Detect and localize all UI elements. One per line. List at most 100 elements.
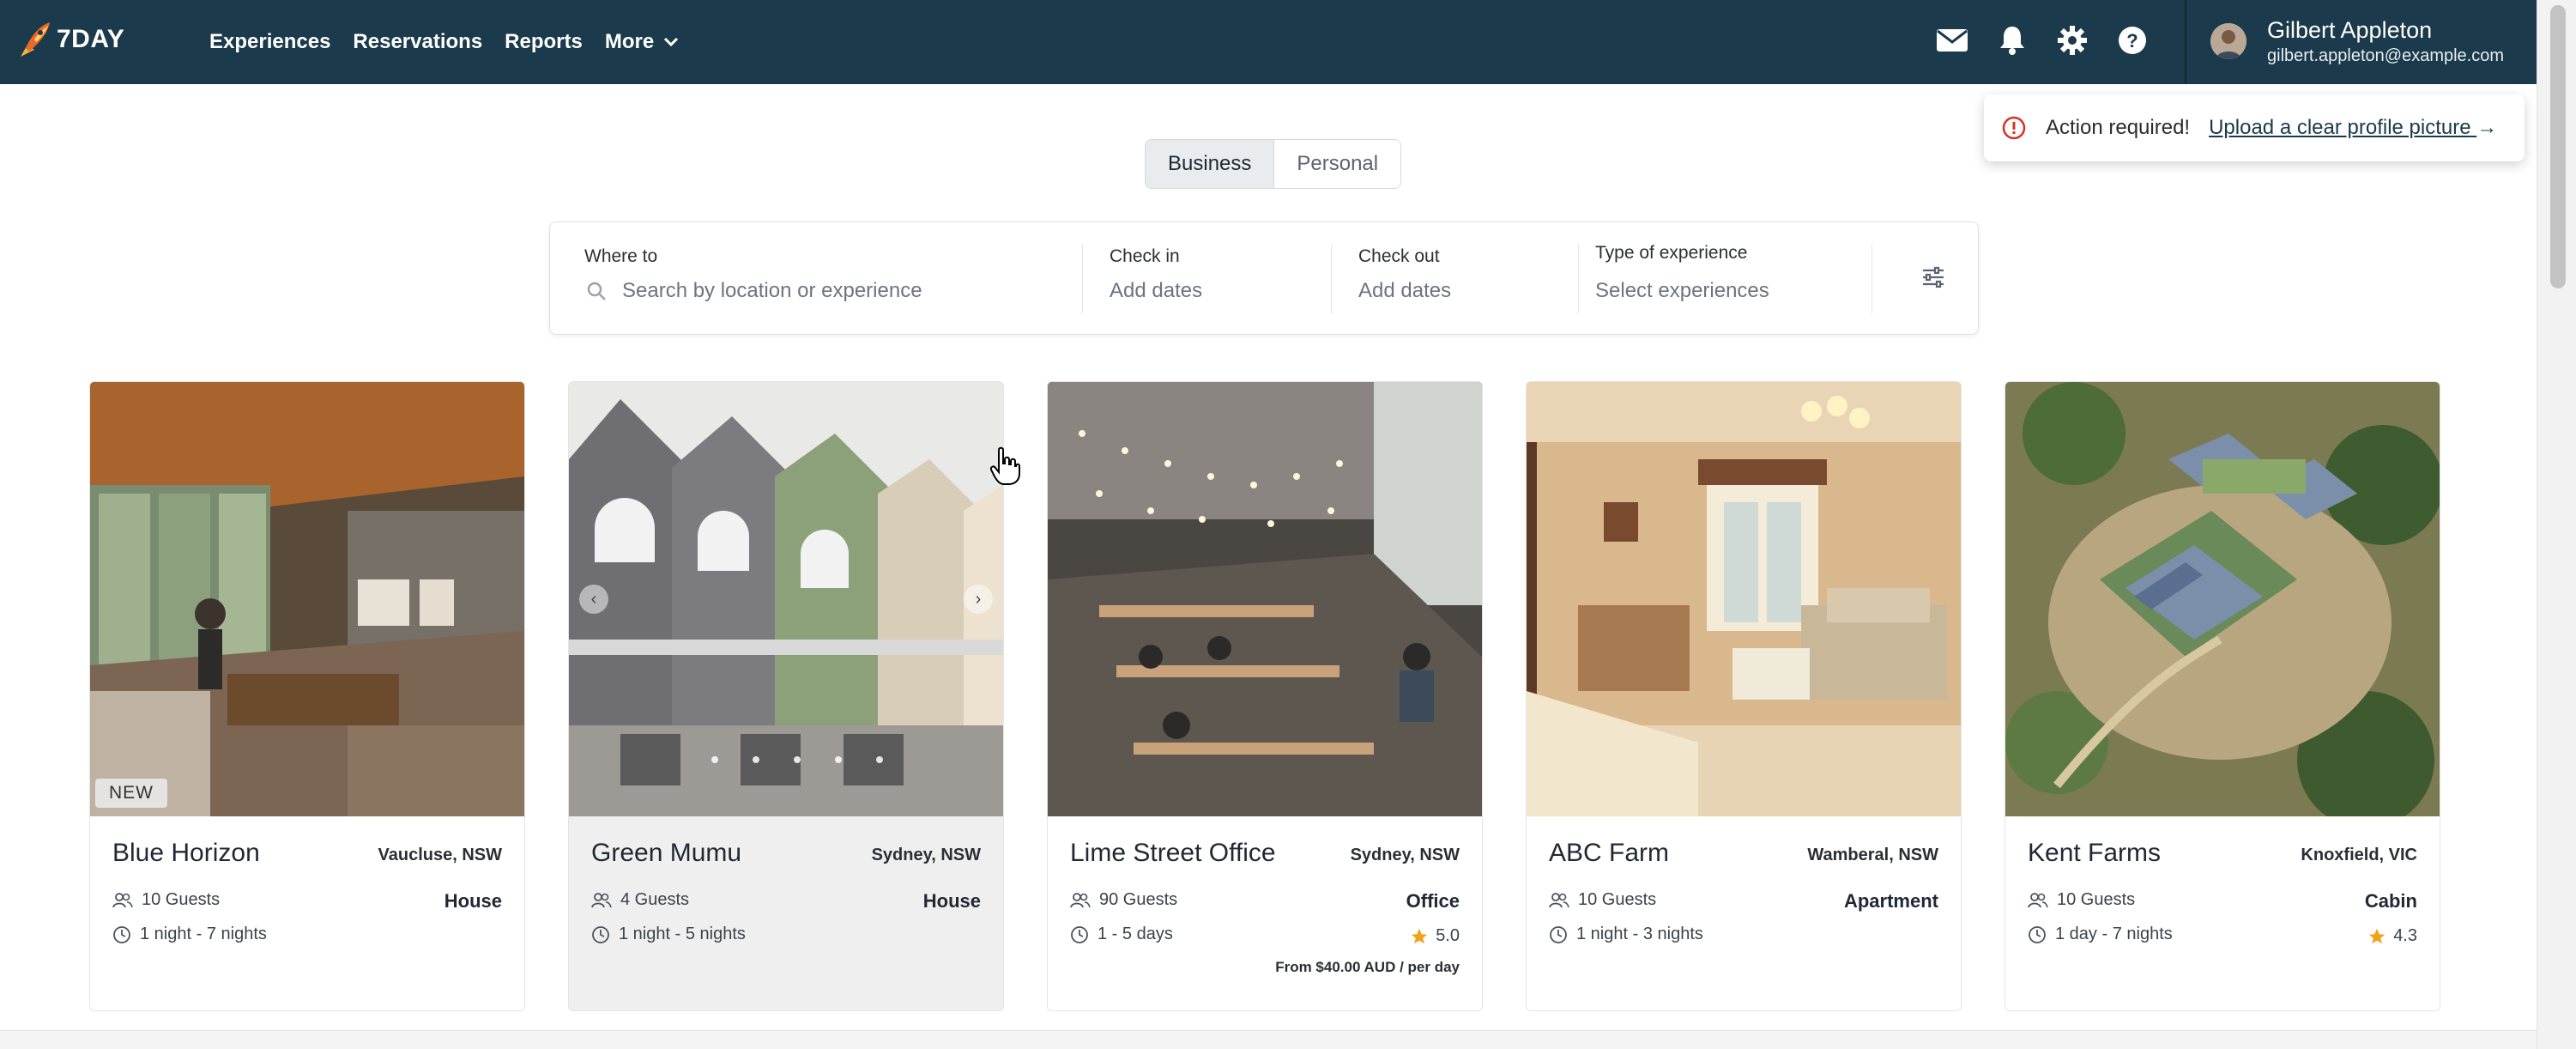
gear-icon[interactable]: [2054, 22, 2090, 58]
nav-reservations[interactable]: Reservations: [353, 30, 482, 54]
where-to-field[interactable]: Where to Search by location or experienc…: [584, 222, 1082, 334]
listing-guests-text: 4 Guests: [620, 890, 690, 909]
clock-icon: [1071, 925, 1088, 943]
clock-icon: [1550, 925, 1567, 943]
sliders-icon: [1923, 266, 1944, 288]
carousel-dot[interactable]: [835, 756, 842, 763]
divider: [1578, 245, 1579, 313]
divider: [1331, 245, 1332, 313]
listing-guests: 4 Guests: [591, 890, 689, 910]
check-out-value: Add dates: [1358, 279, 1452, 302]
users-icon: [2028, 892, 2048, 907]
carousel-dot[interactable]: [711, 756, 718, 763]
check-in-field[interactable]: Check in Add dates: [1110, 222, 1333, 334]
listing-type: Cabin: [2364, 890, 2417, 912]
upload-profile-picture-link[interactable]: Upload a clear profile picture →: [2209, 116, 2497, 140]
check-in-value: Add dates: [1110, 279, 1203, 302]
listing-rating: 4.3: [2367, 926, 2417, 946]
clock-icon: [113, 925, 130, 943]
listing-guests: 10 Guests: [112, 890, 220, 910]
rocket-logo-icon: [21, 22, 50, 57]
nav-more-label: More: [604, 30, 655, 53]
carousel-prev-button[interactable]: ‹: [579, 585, 608, 614]
clock-icon: [2029, 925, 2046, 943]
listing-card[interactable]: ‹ › Green Mumu Sydney, NSW 4 Guests Hous…: [568, 381, 1004, 1011]
listing-duration: 1 night - 7 nights: [112, 925, 267, 944]
listing-guests-text: 90 Guests: [1099, 890, 1178, 909]
mode-toggle: Business Personal: [1145, 139, 1402, 189]
arrow-right-icon: →: [2476, 116, 2498, 139]
users-icon: [591, 892, 612, 907]
toggle-personal[interactable]: Personal: [1274, 140, 1401, 188]
listing-location: Wamberal, NSW: [1807, 846, 1938, 864]
listing-duration-text: 1 night - 5 nights: [619, 925, 746, 943]
user-menu[interactable]: Gilbert Appleton gilbert.appleton@exampl…: [2210, 15, 2504, 67]
listing-title: Kent Farms: [2028, 839, 2162, 867]
user-divider: [2185, 0, 2186, 84]
listing-duration: 1 day - 7 nights: [2028, 925, 2173, 944]
search-icon: [587, 282, 606, 300]
carousel-dot[interactable]: [753, 756, 759, 763]
brand-logo[interactable]: 7DAY: [15, 19, 124, 60]
brand-name: 7DAY: [57, 25, 125, 53]
listing-title: Blue Horizon: [112, 839, 260, 867]
listing-photo: [1048, 382, 1482, 816]
new-badge: NEW: [95, 779, 167, 808]
carousel-next-button[interactable]: ›: [964, 585, 993, 614]
toggle-business[interactable]: Business: [1146, 140, 1275, 188]
search-input[interactable]: Search by location or experience: [622, 279, 922, 303]
listing-location: Sydney, NSW: [1350, 846, 1460, 864]
carousel-dot[interactable]: [876, 756, 883, 763]
listing-type: House: [444, 890, 502, 912]
users-icon: [112, 892, 133, 907]
vertical-scrollbar[interactable]: [2537, 0, 2576, 1049]
scrollbar-thumb[interactable]: [2550, 5, 2566, 288]
where-to-label: Where to: [584, 246, 658, 266]
carousel-dots: [711, 756, 883, 763]
user-info: Gilbert Appleton gilbert.appleton@exampl…: [2267, 15, 2504, 67]
clock-icon: [592, 925, 609, 943]
filters-button[interactable]: [1921, 265, 1945, 294]
help-icon[interactable]: ?: [2114, 22, 2150, 58]
experience-type-field[interactable]: Type of experience Select experiences: [1595, 222, 1853, 334]
nav-more[interactable]: More: [605, 30, 680, 54]
nav-reports[interactable]: Reports: [505, 30, 583, 54]
listing-title: Green Mumu: [591, 839, 742, 867]
bell-icon[interactable]: [1994, 22, 2030, 58]
mail-icon[interactable]: [1934, 22, 1970, 58]
listing-card[interactable]: Lime Street Office Sydney, NSW 90 Guests…: [1047, 381, 1483, 1011]
listing-card[interactable]: NEW Blue Horizon Vaucluse, NSW 10 Guests…: [89, 381, 525, 1011]
listing-title: Lime Street Office: [1070, 839, 1276, 867]
listing-guests-text: 10 Guests: [2057, 890, 2136, 909]
check-out-label: Check out: [1358, 246, 1440, 266]
listing-title: ABC Farm: [1549, 839, 1670, 867]
experience-type-value: Select experiences: [1595, 279, 1769, 302]
carousel-dot[interactable]: [794, 756, 801, 763]
alert-circle-icon: [2002, 116, 2026, 140]
listing-card[interactable]: Kent Farms Knoxfield, VIC 10 Guests Cabi…: [2005, 381, 2440, 1011]
listing-price: From $40.00 AUD / per day: [1275, 959, 1460, 975]
action-required-toast: Action required! Upload a clear profile …: [1984, 94, 2525, 161]
listing-location: Vaucluse, NSW: [378, 846, 503, 864]
listing-duration: 1 night - 3 nights: [1549, 925, 1703, 944]
listing-duration: 1 - 5 days: [1070, 925, 1173, 944]
svg-text:?: ?: [2126, 30, 2138, 52]
listing-photo: [1527, 382, 1961, 816]
check-in-label: Check in: [1110, 246, 1180, 266]
nav-experiences[interactable]: Experiences: [209, 30, 330, 54]
star-icon: [1412, 928, 1428, 943]
listing-rating-value: 4.3: [2393, 926, 2417, 945]
users-icon: [1070, 892, 1091, 907]
hand-cursor-icon: [990, 446, 1020, 485]
listing-photo: ‹ ›: [569, 382, 1003, 816]
listing-duration: 1 night - 5 nights: [591, 925, 746, 944]
listing-photo: NEW: [90, 382, 524, 816]
horizontal-scroll-track: [0, 1030, 2537, 1049]
listing-rating-value: 5.0: [1436, 926, 1460, 945]
search-panel: Where to Search by location or experienc…: [549, 221, 1979, 335]
listing-duration-text: 1 day - 7 nights: [2055, 925, 2173, 943]
listing-guests: 90 Guests: [1070, 890, 1177, 910]
listing-photo: [2005, 382, 2440, 816]
listing-card[interactable]: ABC Farm Wamberal, NSW 10 Guests Apartme…: [1526, 381, 1962, 1011]
check-out-field[interactable]: Check out Add dates: [1358, 222, 1581, 334]
